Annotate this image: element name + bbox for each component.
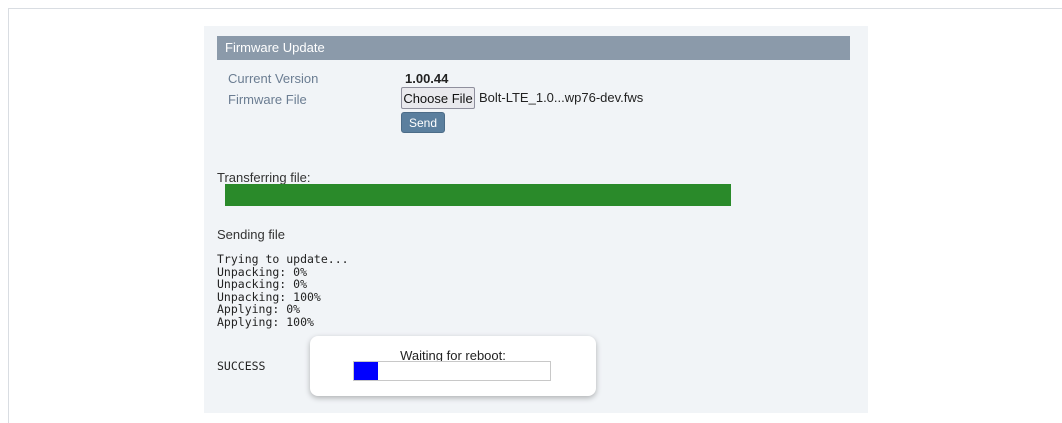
current-version-label: Current Version: [228, 71, 319, 86]
transfer-progress-fill: [225, 184, 731, 206]
send-button[interactable]: Send: [401, 112, 445, 133]
reboot-progress-bar: [353, 361, 551, 381]
current-version-value: 1.00.44: [405, 71, 449, 86]
choose-file-button[interactable]: Choose File: [401, 87, 475, 109]
update-result: SUCCESS: [217, 359, 266, 373]
selected-file-name: Bolt-LTE_1.0...wp76-dev.fws: [479, 90, 644, 105]
log-line: Applying: 100%: [217, 314, 314, 329]
reboot-dialog: Waiting for reboot:: [310, 336, 596, 396]
update-log: Trying to update... Unpacking: 0% Unpack…: [217, 253, 349, 329]
panel-title: Firmware Update: [217, 36, 850, 60]
firmware-file-label: Firmware File: [228, 92, 307, 107]
sending-status-label: Sending file: [217, 227, 285, 242]
transfer-progress-bar: [225, 184, 731, 206]
transfer-label: Transferring file:: [217, 170, 311, 185]
reboot-progress-fill: [354, 362, 378, 380]
